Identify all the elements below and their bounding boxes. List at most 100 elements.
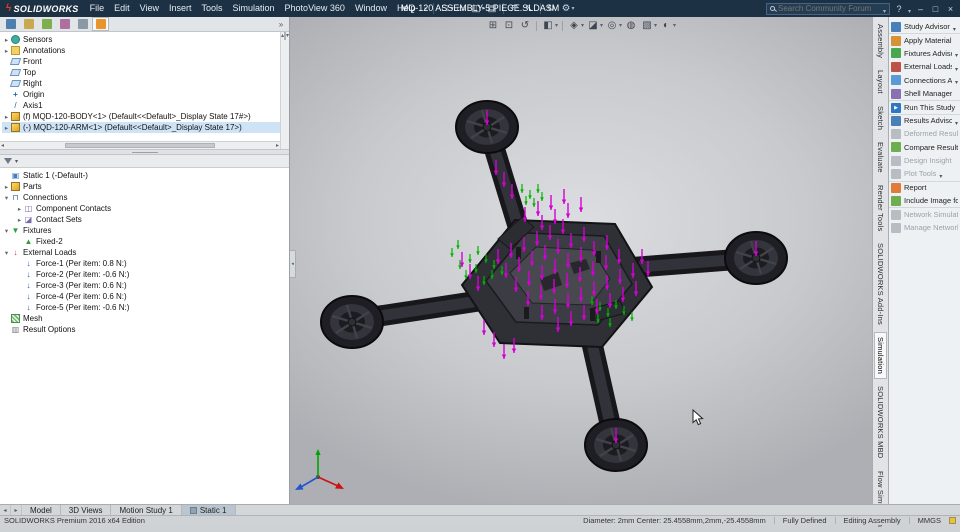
tree-item-sensors[interactable]: ▸ Sensors (2, 34, 289, 45)
status-tag-icon[interactable] (949, 517, 956, 524)
study-item-connections[interactable]: ▾ Connections (2, 192, 289, 203)
tab-dimxpertmanager[interactable] (56, 17, 73, 31)
study-item-parts[interactable]: ▸ Parts (2, 181, 289, 192)
tab-assembly[interactable]: Assembly (874, 19, 887, 63)
expand-arrow-icon[interactable]: ▸ (2, 113, 11, 121)
cmd-report[interactable]: Report (889, 181, 960, 194)
dropdown-caret-icon[interactable]: ▾ (555, 22, 558, 29)
tab-model[interactable]: Model (22, 505, 61, 515)
study-item-contact-sets[interactable]: ▸ Contact Sets (2, 214, 289, 225)
drone-3d-model[interactable] (290, 17, 872, 504)
dropdown-caret-icon[interactable]: ▾ (654, 22, 657, 29)
edit-appearance-icon[interactable]: ◍ (624, 19, 638, 32)
feature-tree-vscrollbar[interactable]: ▴▾ (280, 32, 289, 149)
dropdown-caret-icon[interactable]: ▾ (673, 22, 676, 29)
dropdown-caret-icon[interactable]: ▾ (619, 22, 622, 29)
filter-icon[interactable] (4, 158, 12, 164)
tab-evaluate[interactable]: Evaluate (874, 137, 887, 178)
zoom-fit-icon[interactable]: ⊞ (486, 19, 500, 32)
study-item-result-options[interactable]: Result Options (2, 324, 289, 335)
study-item-external-loads[interactable]: ▾ External Loads (2, 247, 289, 258)
study-item-fixed-2[interactable]: Fixed-2 (2, 236, 289, 247)
study-item-force-1[interactable]: Force-1 (Per item: 0.8 N:) (2, 258, 289, 269)
graphics-area[interactable]: ⊞ ⊡ ↺ ◧ ▾ ◈ ▾ ◪ ▾ ◎ ▾ ◍ ▧ ▾ ◐ ▾ (290, 17, 872, 504)
tab-configurationmanager[interactable] (38, 17, 55, 31)
cmd-network-simulation[interactable]: Network Simulation (889, 207, 960, 220)
maximize-button[interactable] (930, 4, 941, 14)
panel-splitter[interactable] (0, 150, 289, 155)
previous-view-icon[interactable]: ↺ (518, 19, 532, 32)
expand-arrow-icon[interactable]: ▸ (2, 124, 11, 132)
view-settings-icon[interactable]: ◐ (659, 19, 673, 32)
cmd-compare-results[interactable]: Compare Results (889, 141, 960, 154)
panel-collapse-handle[interactable] (290, 250, 296, 278)
study-item-component-contacts[interactable]: ▸ Component Contacts (2, 203, 289, 214)
display-style-icon[interactable]: ◪ (586, 19, 600, 32)
cmd-external-loads-advisor[interactable]: External Loads Ad... (889, 60, 960, 73)
expand-arrow-icon[interactable]: ▸ (2, 183, 11, 191)
dropdown-caret-icon[interactable]: ▾ (600, 22, 603, 29)
cmd-run-this-study[interactable]: Run This Study (889, 100, 960, 113)
expand-arrow-icon[interactable]: ▸ (2, 36, 11, 44)
tab-featuremanager-tree[interactable] (2, 17, 19, 31)
scroll-thumb[interactable] (284, 32, 286, 40)
panel-overflow-chevron-icon[interactable] (275, 20, 287, 29)
dropdown-caret-icon[interactable]: ▾ (572, 5, 575, 12)
zoom-area-icon[interactable]: ⊡ (502, 19, 516, 32)
tree-item-body-component[interactable]: ▸ (f) MQD-120-BODY<1> (Default<<Default>… (2, 111, 289, 122)
tab-displaymanager[interactable] (74, 17, 91, 31)
tree-item-axis1[interactable]: Axis1 (2, 100, 289, 111)
cmd-plot-tools[interactable]: Plot Tools (889, 167, 960, 180)
cmd-design-insight[interactable]: Design Insight (889, 154, 960, 167)
close-button[interactable] (945, 4, 956, 14)
study-item-force-3[interactable]: Force-3 (Per item: 0.6 N:) (2, 280, 289, 291)
view-orientation-icon[interactable]: ◈ (567, 19, 581, 32)
help-caret-icon[interactable] (908, 0, 911, 18)
tab-solidworks-add-ins[interactable]: SOLIDWORKS Add-Ins (874, 238, 887, 330)
community-search[interactable] (766, 3, 890, 15)
tree-item-top-plane[interactable]: Top (2, 67, 289, 78)
hide-show-icon[interactable]: ◎ (605, 19, 619, 32)
study-item-force-5[interactable]: Force-5 (Per item: -0.6 N:) (2, 302, 289, 313)
cmd-manage-network[interactable]: Manage Network (889, 221, 960, 234)
study-item-fixtures[interactable]: ▾ Fixtures (2, 225, 289, 236)
menu-insert[interactable]: Insert (164, 0, 197, 17)
tree-item-annotations[interactable]: ▸ Annotations (2, 45, 289, 56)
tab-scroll-left-icon[interactable]: ◂ (0, 505, 11, 515)
dropdown-caret-icon[interactable]: ▾ (581, 22, 584, 29)
menu-photoview360[interactable]: PhotoView 360 (280, 0, 350, 17)
filter-caret-icon[interactable]: ▾ (15, 158, 18, 165)
cmd-study-advisor[interactable]: Study Advisor (889, 20, 960, 33)
tab-solidworks-mbd[interactable]: SOLIDWORKS MBD (874, 381, 887, 463)
tab-layout[interactable]: Layout (874, 65, 887, 99)
study-item-mesh[interactable]: Mesh (2, 313, 289, 324)
expand-arrow-icon[interactable]: ▸ (15, 205, 24, 213)
menu-file[interactable]: File (85, 0, 110, 17)
feature-tree-hscrollbar[interactable]: ◂▸ (0, 141, 280, 149)
tab-render-tools[interactable]: Render Tools (874, 180, 887, 236)
menu-edit[interactable]: Edit (109, 0, 135, 17)
tab-sketch[interactable]: Sketch (874, 101, 887, 135)
menu-simulation[interactable]: Simulation (228, 0, 280, 17)
scroll-thumb[interactable] (65, 143, 215, 148)
expand-arrow-icon[interactable]: ▾ (2, 227, 11, 235)
tab-static-1[interactable]: Static 1 (182, 505, 236, 515)
cmd-apply-material[interactable]: Apply Material (889, 33, 960, 46)
menu-window[interactable]: Window (350, 0, 392, 17)
expand-arrow-icon[interactable]: ▾ (2, 194, 11, 202)
tree-item-front-plane[interactable]: Front (2, 56, 289, 67)
units-label[interactable]: MMGS (918, 516, 941, 525)
tree-item-origin[interactable]: Origin (2, 89, 289, 100)
tab-simulation-study[interactable] (92, 17, 109, 31)
study-item-force-4[interactable]: Force-4 (Per item: 0.6 N:) (2, 291, 289, 302)
expand-arrow-icon[interactable]: ▸ (15, 216, 24, 224)
expand-arrow-icon[interactable]: ▸ (2, 47, 11, 55)
tree-item-right-plane[interactable]: Right (2, 78, 289, 89)
minimize-button[interactable] (915, 4, 926, 14)
cmd-shell-manager[interactable]: Shell Manager (889, 87, 960, 100)
apply-scene-icon[interactable]: ▧ (640, 19, 654, 32)
community-search-input[interactable] (778, 4, 880, 13)
cmd-deformed-result[interactable]: Deformed Result (889, 127, 960, 140)
study-item-force-2[interactable]: Force-2 (Per item: -0.6 N:) (2, 269, 289, 280)
study-title-row[interactable]: Static 1 (-Default-) (2, 170, 289, 181)
